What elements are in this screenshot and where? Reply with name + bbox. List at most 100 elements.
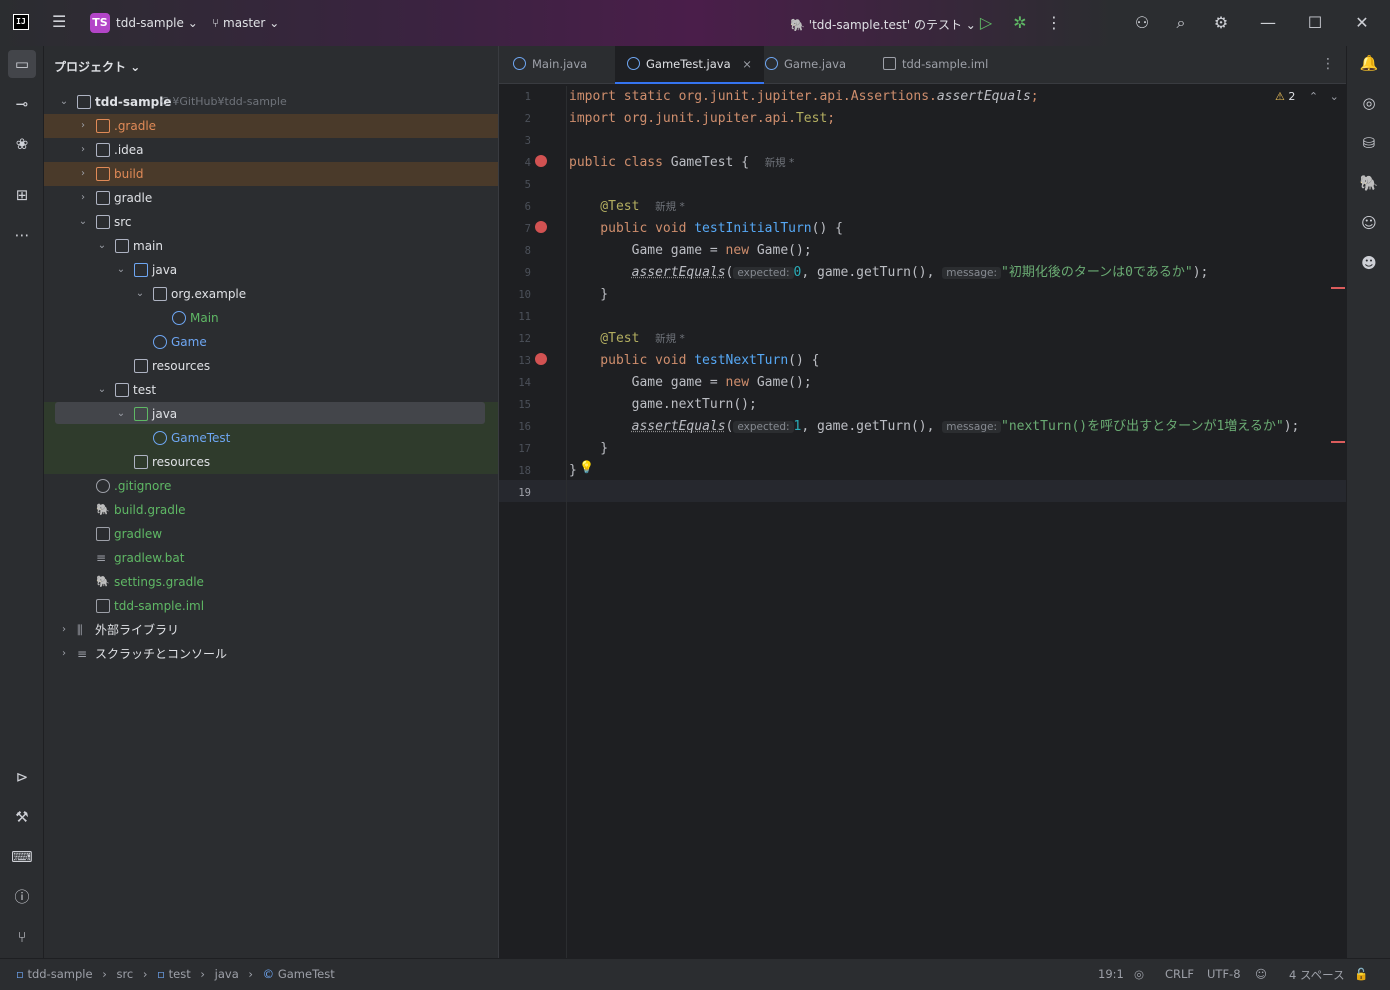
run-icon[interactable]: ▷	[975, 12, 997, 34]
caret-position[interactable]: 19:1	[1098, 967, 1124, 981]
code-token: import static org.junit.jupiter.api.Asse…	[569, 89, 937, 104]
chevron-down-icon[interactable]: ⌄	[1330, 90, 1339, 103]
debug-icon[interactable]: ✲	[1009, 12, 1031, 34]
run-test-method-icon[interactable]	[535, 353, 547, 365]
copilot-chat-icon[interactable]: ☻	[1358, 252, 1380, 274]
tree-item-game-class[interactable]: Game	[44, 330, 498, 354]
project-badge[interactable]: TS	[90, 13, 110, 33]
ai-assistant-icon[interactable]: ◎	[1358, 92, 1380, 114]
tree-item-main-java[interactable]: ⌄ java	[44, 258, 498, 282]
lightbulb-icon[interactable]: 💡	[579, 460, 594, 474]
maximize-icon[interactable]: ☐	[1304, 12, 1326, 34]
chevron-up-icon[interactable]: ⌃	[1309, 90, 1318, 103]
terminal-icon[interactable]: ⌨	[11, 846, 33, 868]
tree-item-src[interactable]: ⌄ src	[44, 210, 498, 234]
tree-item-gradle[interactable]: › gradle	[44, 186, 498, 210]
breadcrumb-item[interactable]: tdd-sample	[27, 967, 92, 981]
tab-game-java[interactable]: Game.java	[765, 46, 846, 84]
tree-label: .idea	[114, 143, 144, 157]
tree-item-build[interactable]: › build	[44, 162, 498, 186]
problems-icon[interactable]: ⓘ	[11, 886, 33, 908]
run-configuration-selector[interactable]: 🐘 'tdd-sample.test' のテスト ⌄	[790, 16, 976, 33]
tree-item-build-gradle[interactable]: 🐘 build.gradle	[44, 498, 498, 522]
intellij-logo-icon[interactable]: IJ	[13, 14, 29, 30]
branch-switcher[interactable]: ⑂ master ⌄	[212, 16, 279, 30]
run-test-class-icon[interactable]	[535, 155, 547, 167]
tree-item-gitignore[interactable]: .gitignore	[44, 474, 498, 498]
run-test-method-icon[interactable]	[535, 221, 547, 233]
line-separator[interactable]: CRLF	[1165, 967, 1194, 981]
tree-item-gradlew-bat[interactable]: ≡ gradlew.bat	[44, 546, 498, 570]
structure-icon[interactable]: ⊞	[11, 184, 33, 206]
tree-item-main-resources[interactable]: resources	[44, 354, 498, 378]
breadcrumb-item[interactable]: java	[215, 967, 239, 981]
project-switcher[interactable]: tdd-sample ⌄	[116, 16, 198, 30]
breadcrumb-item[interactable]: src	[116, 967, 133, 981]
add-user-icon[interactable]: ⚇	[1131, 12, 1153, 34]
tab-main-java[interactable]: Main.java	[513, 46, 587, 84]
tab-options-icon[interactable]: ⋮	[1321, 46, 1335, 84]
module-icon: ▫	[16, 967, 24, 981]
tree-label: resources	[152, 359, 211, 373]
folder-icon	[96, 143, 110, 157]
tree-item-scratches[interactable]: › ≡ スクラッチとコンソール	[44, 642, 498, 666]
tree-item-package[interactable]: ⌄ org.example	[44, 282, 498, 306]
more-icon[interactable]: ⋮	[1043, 12, 1065, 34]
more-tools-icon[interactable]: ⋯	[11, 224, 33, 246]
ai-status-icon[interactable]: ◎	[1134, 967, 1144, 981]
minimize-icon[interactable]: —	[1257, 12, 1279, 34]
tree-item-external-libraries[interactable]: › ⫼ 外部ライブラリ	[44, 618, 498, 642]
plugin-icon[interactable]: ❀	[11, 133, 33, 155]
current-line-highlight	[499, 480, 1347, 502]
copilot-icon[interactable]: ☺	[1358, 212, 1380, 234]
tab-iml[interactable]: tdd-sample.iml	[883, 46, 988, 84]
project-folder-icon[interactable]: ▭	[8, 50, 36, 78]
line-number: 9	[524, 267, 531, 279]
error-stripe-mark[interactable]	[1331, 287, 1345, 289]
class-icon	[513, 57, 526, 70]
settings-icon[interactable]: ⚙	[1210, 12, 1232, 34]
line-number: 19	[518, 487, 531, 499]
file-encoding[interactable]: UTF-8	[1207, 967, 1241, 981]
tree-item-gradlew[interactable]: gradlew	[44, 522, 498, 546]
tree-item-main-class[interactable]: Main	[44, 306, 498, 330]
tree-item-test-resources[interactable]: resources	[44, 450, 498, 474]
services-icon[interactable]: ⊳	[11, 766, 33, 788]
indent-setting[interactable]: 4 スペース	[1289, 967, 1345, 983]
tree-item-idea[interactable]: › .idea	[44, 138, 498, 162]
tree-item-iml[interactable]: tdd-sample.iml	[44, 594, 498, 618]
line-number: 8	[524, 245, 531, 257]
git-icon[interactable]: ⑂	[11, 926, 33, 948]
tree-item-settings-gradle[interactable]: 🐘 settings.gradle	[44, 570, 498, 594]
menu-icon[interactable]: ☰	[52, 14, 70, 30]
notifications-icon[interactable]: 🔔	[1358, 52, 1380, 74]
project-panel-header[interactable]: プロジェクト ⌄	[54, 58, 140, 75]
database-icon[interactable]: ⛁	[1358, 132, 1380, 154]
tree-item-test-java[interactable]: ⌄ java	[44, 402, 498, 426]
lock-icon[interactable]: 🔓	[1354, 967, 1368, 981]
tree-item-test[interactable]: ⌄ test	[44, 378, 498, 402]
tree-label: java	[152, 407, 178, 421]
inspection-widget[interactable]: ⚠ 2 ⌃ ⌄	[1275, 90, 1339, 103]
line-number: 6	[524, 201, 531, 213]
scratch-icon: ≡	[77, 647, 88, 661]
code-token: public void	[569, 353, 695, 368]
commit-icon[interactable]: ⊸	[11, 93, 33, 115]
error-stripe-mark[interactable]	[1331, 441, 1345, 443]
search-icon[interactable]: ⌕	[1170, 12, 1192, 34]
package-icon	[153, 287, 167, 301]
tree-item-gradle-dir[interactable]: › .gradle	[44, 114, 498, 138]
breadcrumb-item[interactable]: GameTest	[278, 967, 335, 981]
gradle-icon[interactable]: 🐘	[1358, 172, 1380, 194]
tab-gametest-java[interactable]: GameTest.java ×	[615, 46, 764, 84]
close-icon[interactable]: ✕	[1351, 12, 1373, 34]
breadcrumb-item[interactable]: test	[169, 967, 191, 981]
build-hammer-icon[interactable]: ⚒	[11, 806, 33, 828]
copilot-status-icon[interactable]: ☺	[1255, 967, 1267, 981]
project-panel-title: プロジェクト	[54, 60, 127, 74]
tree-item-gametest-class[interactable]: GameTest	[44, 426, 498, 450]
tab-close-icon[interactable]: ×	[742, 57, 752, 71]
tree-item-root[interactable]: ⌄ tdd-sample C:¥GitHub¥tdd-sample	[44, 90, 498, 114]
ignore-file-icon	[96, 479, 110, 493]
tree-item-main[interactable]: ⌄ main	[44, 234, 498, 258]
